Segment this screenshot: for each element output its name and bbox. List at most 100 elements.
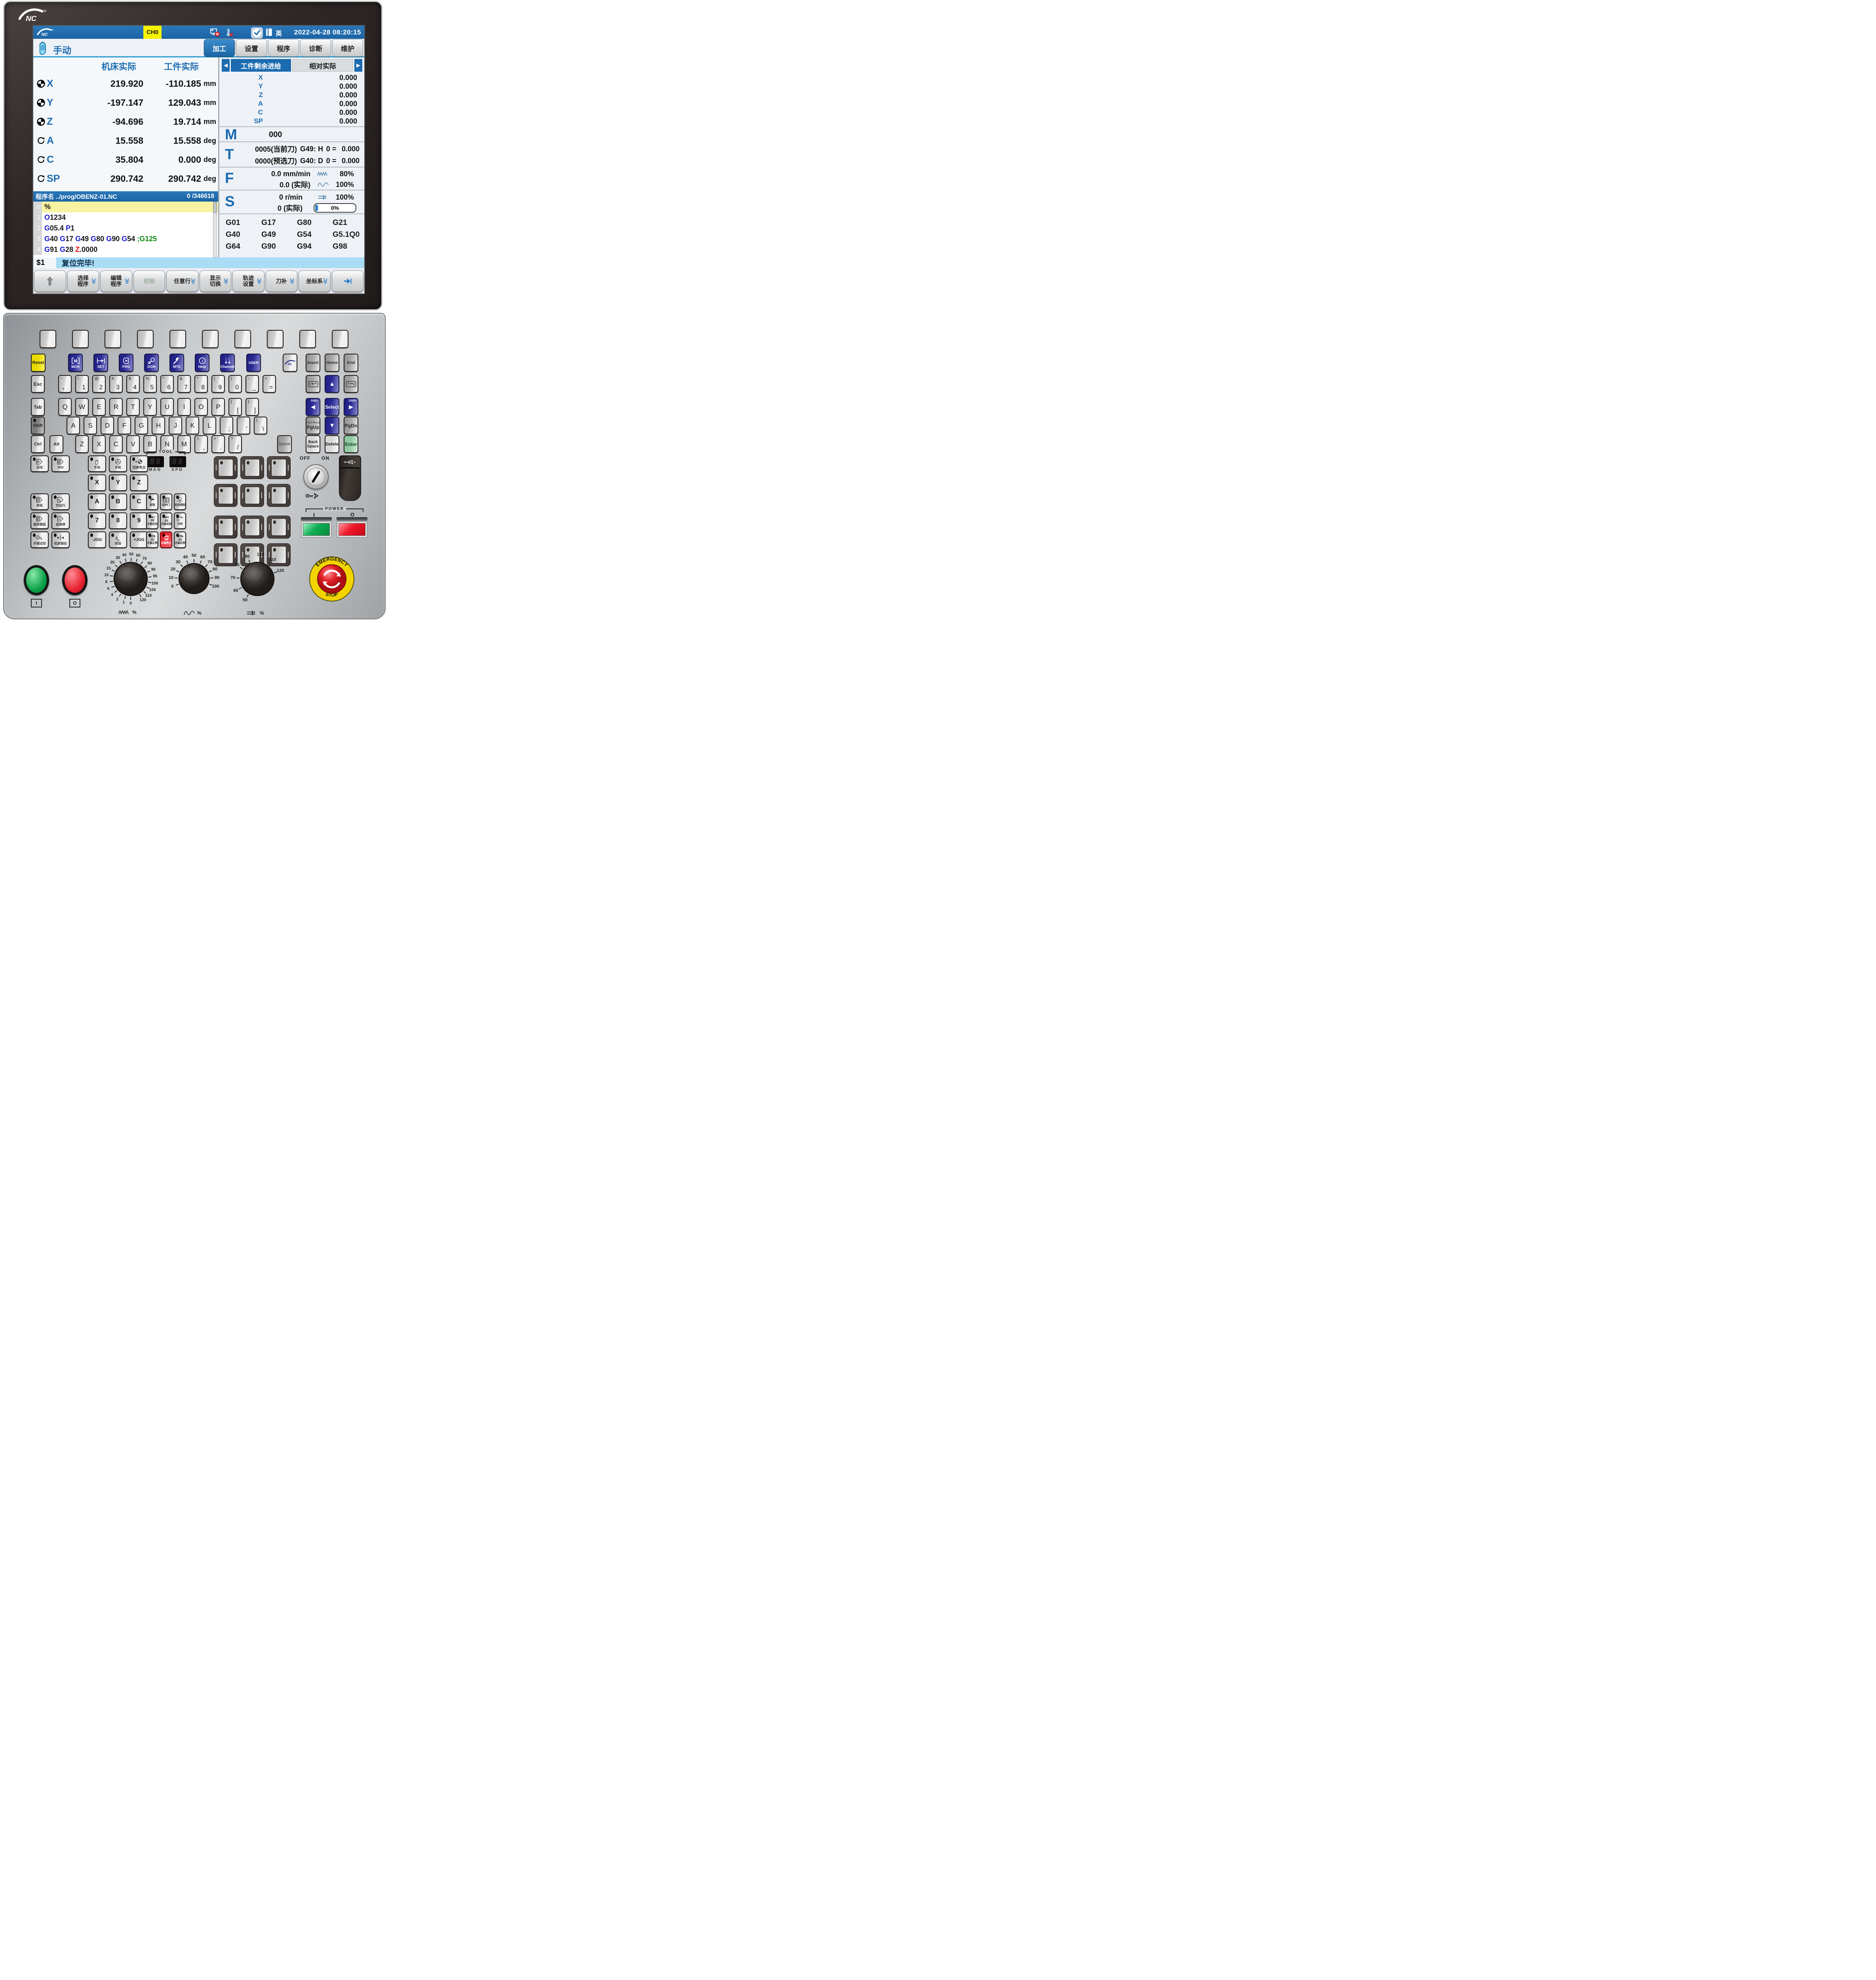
key-_[interactable]: -_ [245,375,259,393]
function-key-user[interactable]: USER [246,354,261,372]
rapid-key[interactable]: 快进 [109,531,127,548]
key-v[interactable]: V [126,435,140,453]
key-g[interactable]: G [135,417,148,434]
power-off-button[interactable] [337,521,367,538]
key-esc[interactable]: Esc [31,375,45,393]
key-home[interactable]: Home [325,354,339,372]
key-x[interactable]: X [92,435,106,453]
tab-设置[interactable]: 设置 [236,39,267,57]
key-y[interactable]: Y [143,398,157,416]
key-3[interactable]: #3 [109,375,123,393]
key-i[interactable]: I [177,398,191,416]
aux-blank-key-6[interactable] [267,484,291,507]
blank-key-5[interactable] [169,330,186,348]
key-r[interactable]: R [109,398,123,416]
softkey-tool-comp[interactable]: 刀补≫ [266,270,298,292]
mode-manual-key[interactable]: 手动 [88,455,106,472]
axis-y-key[interactable]: Y [109,474,127,491]
softkey-select-program[interactable]: 选择程序≫ [67,270,99,292]
blank-key-4[interactable] [137,330,154,348]
key-punct[interactable]: <, [194,435,208,453]
axis-z-key[interactable]: Z [130,474,148,491]
axis-a-key[interactable]: A [88,493,106,510]
key-f[interactable]: F [118,417,131,434]
guard-door-key[interactable]: 防护门 [160,493,172,510]
key-=[interactable]: += [263,375,276,393]
key-punct[interactable]: |\ [254,417,267,434]
softkey-verify[interactable]: 校验 [133,270,166,292]
tab-left-key[interactable] [306,375,320,393]
jog-minus-key[interactable]: -JOG [88,531,106,548]
key-a[interactable]: A [67,417,80,434]
tab-relative-actual[interactable]: 相对实际 [292,59,353,72]
function-key-brand[interactable]: NC® [283,354,297,372]
key-、[interactable]: ~、 [58,375,72,393]
key-backspace[interactable]: BackSpace [306,435,320,453]
usb-port[interactable] [339,455,361,501]
blank-key-10[interactable] [332,330,348,348]
arrow-down-key[interactable]: ▼ [325,417,339,434]
key-w[interactable]: W [75,398,89,416]
aux-blank-key-9[interactable] [267,516,291,539]
key-shift[interactable]: Shift [31,417,45,434]
key-s[interactable]: S [84,417,97,434]
machine-lock-key[interactable]: 机床锁住 [51,531,70,548]
softkey-back[interactable] [34,270,66,292]
single-block-key[interactable]: 单段 [30,493,49,510]
key-insert[interactable]: Insert [306,354,320,372]
key-7[interactable]: &7 [177,375,191,393]
key-end[interactable]: End [344,354,358,372]
function-key-set[interactable]: SET [93,354,108,372]
function-key-reset[interactable]: Reset [31,354,46,372]
mode-mdi-key[interactable]: MDI [51,455,70,472]
key-pgdn[interactable]: PgDn [344,417,358,434]
softkey-any-line[interactable]: 任意行≫ [166,270,198,292]
key-m[interactable]: M [177,435,191,453]
key-bracket[interactable]: }] [245,398,259,416]
softkey-more[interactable] [332,270,364,292]
softkey-coord-system[interactable]: 坐标系≫ [299,270,331,292]
key-4[interactable]: $4 [126,375,140,393]
key-punct[interactable]: "' [237,417,250,434]
key-j[interactable]: J [169,417,182,434]
key-q[interactable]: Q [58,398,72,416]
key-5[interactable]: %5 [143,375,157,393]
aux-blank-key-7[interactable] [214,516,238,539]
blank-key-7[interactable] [234,330,251,348]
tab-维护[interactable]: 维护 [332,39,363,57]
key-z[interactable]: Z [75,435,89,453]
tab-right-key[interactable] [344,375,358,393]
key-b[interactable]: B [143,435,157,453]
blank-key-2[interactable] [72,330,89,348]
spindle-ccw-key[interactable]: 主轴反转 [174,531,186,548]
function-key-mch[interactable]: MMCH [68,354,83,372]
key-d[interactable]: D [101,417,114,434]
axis-c-key[interactable]: C [130,493,148,510]
emergency-stop-button[interactable]: EMERGENCY STOP [307,554,356,604]
spindle-override-dial[interactable]: 5060708090100110120 [228,549,287,609]
key-1[interactable]: !1 [75,375,89,393]
softkey-display-switch[interactable]: 显示切换≫ [200,270,232,292]
lube-key[interactable]: 润滑 [146,493,158,510]
language-indicator[interactable]: 英 [276,28,283,38]
blank-key-6[interactable] [202,330,219,348]
spindle-stop-key[interactable]: 主轴停止 [160,531,172,548]
spindle-cw-key[interactable]: 主轴正转 [146,531,158,548]
coolant-key[interactable]: 冷却 [174,512,186,529]
tab-程序[interactable]: 程序 [268,39,299,57]
key-bracket[interactable]: {[ [228,398,242,416]
function-key-channel[interactable]: 1...nChannel [220,354,235,372]
softkey-edit-program[interactable]: 编辑程序≫ [100,270,132,292]
block-skip-key[interactable]: 程序跳段 [30,512,49,529]
jog-plus-key[interactable]: +JOG [130,531,148,548]
function-key-mte[interactable]: MTE [169,354,184,372]
key-p[interactable]: P [211,398,225,416]
tab-诊断[interactable]: 诊断 [300,39,331,57]
spindle-jog-key[interactable]: T主轴点动 [160,512,172,529]
dry-run-key[interactable]: 空运行 [51,493,70,510]
key-c[interactable]: C [109,435,123,453]
key-6[interactable]: ^6 [160,375,174,393]
arrow-up-key[interactable]: ▲ [325,375,339,393]
tab-加工[interactable]: 加工 [204,39,235,57]
key-e[interactable]: E [92,398,106,416]
